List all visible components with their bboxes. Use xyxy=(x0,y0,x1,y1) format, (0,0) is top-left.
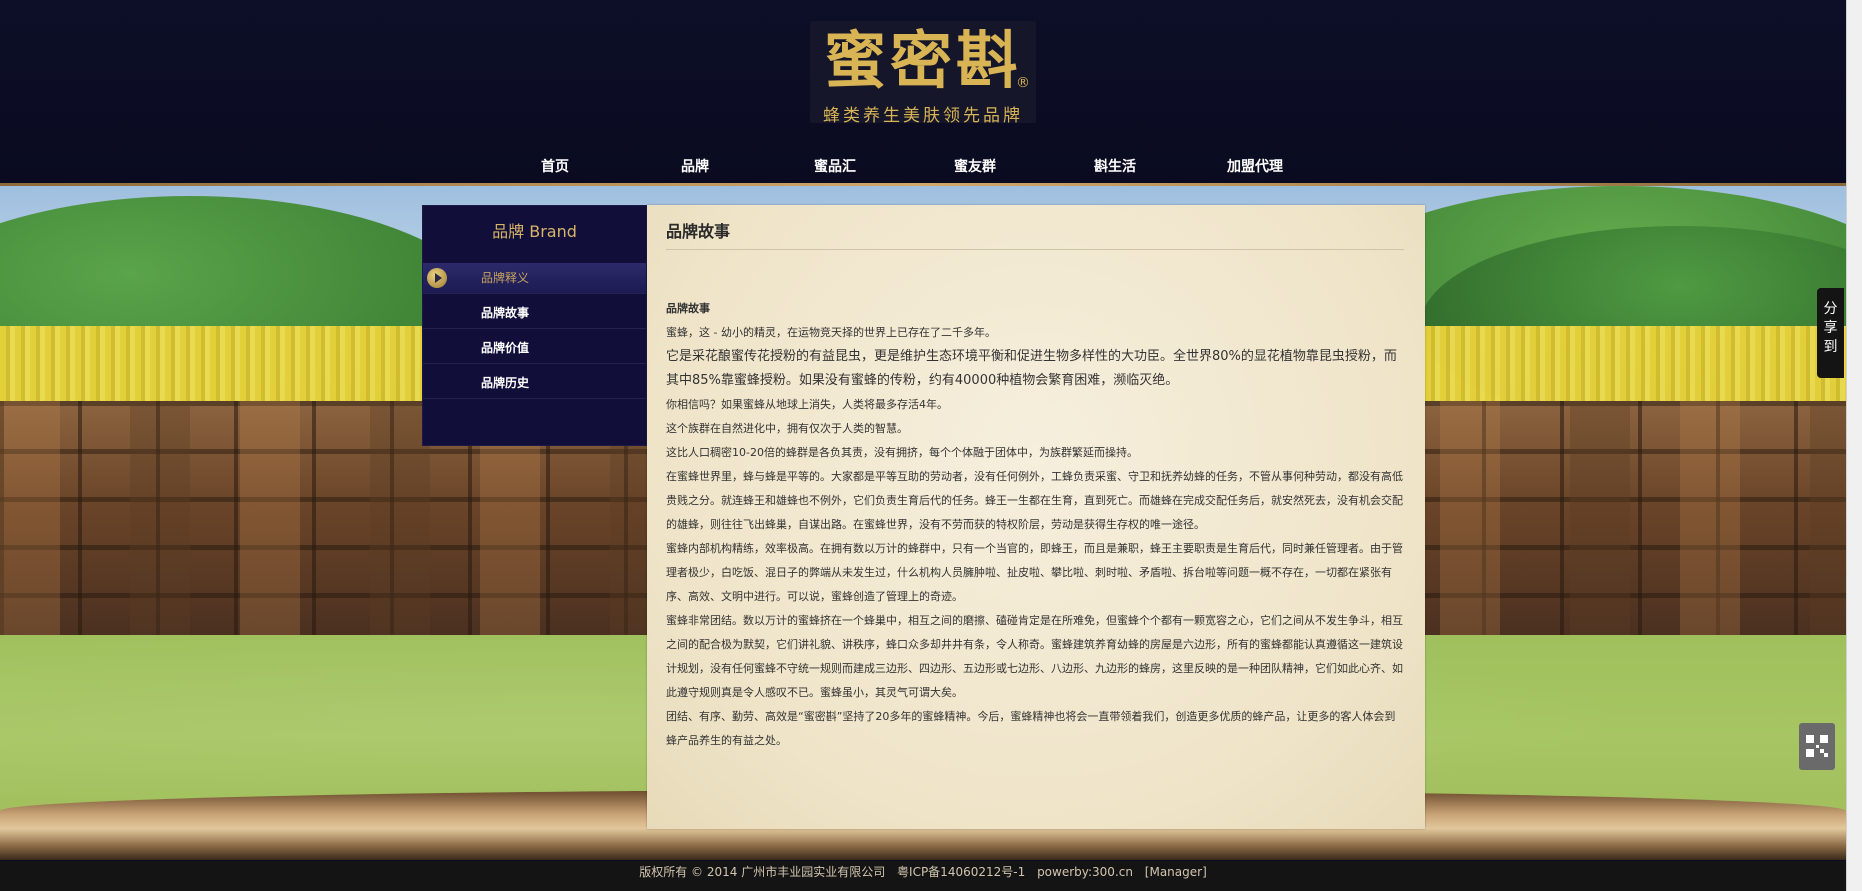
article-paragraph: 在蜜蜂世界里，蜂与蜂是平等的。大家都是平等互助的劳动者，没有任何例外，工蜂负责采… xyxy=(666,470,1403,531)
site-header: 蜜密斟 ® 蜂类养生美肤领先品牌 首页 品牌 蜜品汇 蜜友群 斟生活 加盟代理 xyxy=(0,0,1846,186)
article-paragraph: 蜜蜂，这 - 幼小的精灵，在运物竞天择的世界上已存在了二千多年。 xyxy=(666,326,996,339)
powered-by-link[interactable]: powerby:300.cn xyxy=(1033,865,1137,879)
icp-link[interactable]: 粤ICP备14060212号-1 xyxy=(893,865,1029,879)
site-footer: 版权所有 © 2014 广州市丰业园实业有限公司 粤ICP备14060212号-… xyxy=(0,861,1846,891)
qr-code-button[interactable] xyxy=(1799,723,1835,770)
sidebar-title: 品牌 Brand xyxy=(492,222,577,241)
article-paragraph: 蜜蜂非常团结。数以万计的蜜蜂挤在一个蜂巢中，相互之间的磨擦、磕碰肯定是在所难免，… xyxy=(666,614,1403,699)
page-title: 品牌故事 xyxy=(666,222,731,241)
sidebar-item-brand-meaning[interactable]: 品牌释义 xyxy=(423,263,646,294)
nav-item-life[interactable]: 斟生活 xyxy=(1060,156,1170,176)
logo-tagline: 蜂类养生美肤领先品牌 xyxy=(823,106,1023,126)
nav-item-products[interactable]: 蜜品汇 xyxy=(780,156,890,176)
sidebar-item-brand-history[interactable]: 品牌历史 xyxy=(423,368,646,399)
page-scrollbar[interactable] xyxy=(1846,0,1862,891)
article-paragraph: 这比人口稠密10-20倍的蜂群是各负其责，没有拥挤，每个个体融于团体中，为族群繁… xyxy=(666,446,1138,459)
sidebar-item-brand-value[interactable]: 品牌价值 xyxy=(423,333,646,364)
article-body: 品牌故事 蜜蜂，这 - 幼小的精灵，在运物竞天择的世界上已存在了二千多年。 它是… xyxy=(666,297,1406,753)
share-button[interactable]: 分享到 xyxy=(1817,288,1844,378)
brand-logo[interactable]: 蜜密斟 ® 蜂类养生美肤领先品牌 xyxy=(810,21,1036,126)
sidebar-item-label: 品牌价值 xyxy=(481,341,530,355)
content-panel: 品牌故事 品牌故事 蜜蜂，这 - 幼小的精灵，在运物竞天择的世界上已存在了二千多… xyxy=(647,205,1425,829)
manager-link[interactable]: [Manager] xyxy=(1141,865,1211,879)
nav-item-community[interactable]: 蜜友群 xyxy=(920,156,1030,176)
sidebar-item-label: 品牌历史 xyxy=(481,376,530,390)
sidebar-item-brand-story[interactable]: 品牌故事 xyxy=(423,298,646,329)
title-divider xyxy=(666,249,1404,250)
article-paragraph: 团结、有序、勤劳、高效是“蜜密斟”坚持了20多年的蜜蜂精神。今后，蜜蜂精神也将会… xyxy=(666,710,1396,747)
article-heading: 品牌故事 xyxy=(666,302,710,315)
article-paragraph: 你相信吗？如果蜜蜂从地球上消失，人类将最多存活4年。 xyxy=(666,398,948,411)
registered-mark: ® xyxy=(1016,75,1030,91)
article-paragraph: 它是采花酿蜜传花授粉的有益昆虫，更是维护生态环境平衡和促进生物多样性的大功臣。全… xyxy=(666,349,1397,388)
qr-code-icon xyxy=(1806,735,1828,757)
brand-sidebar: 品牌 Brand 品牌释义 品牌故事 品牌价值 品牌历史 xyxy=(422,205,647,446)
sidebar-item-label: 品牌故事 xyxy=(481,306,530,320)
article-paragraph: 这个族群在自然进化中，拥有仅次于人类的智慧。 xyxy=(666,422,908,435)
sidebar-item-label: 品牌释义 xyxy=(481,271,530,285)
nav-item-franchise[interactable]: 加盟代理 xyxy=(1200,156,1310,176)
nav-item-home[interactable]: 首页 xyxy=(500,156,610,176)
copyright-text: 版权所有 © 2014 广州市丰业园实业有限公司 xyxy=(639,865,886,879)
nav-item-brand[interactable]: 品牌 xyxy=(640,156,750,176)
play-icon xyxy=(427,268,447,288)
article-paragraph: 蜜蜂内部机构精练，效率极高。在拥有数以万计的蜂群中，只有一个当官的，即蜂王，而且… xyxy=(666,542,1403,603)
logo-wordmark: 蜜密斟 xyxy=(823,24,1022,97)
